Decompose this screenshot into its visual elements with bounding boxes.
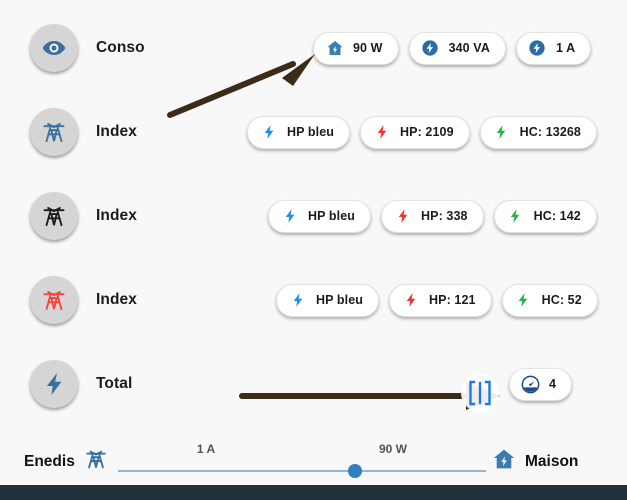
house-bolt-icon [492,446,516,477]
chip-hc-index[interactable]: HC: 142 [493,199,597,233]
chip-label: 1 A [555,41,576,55]
chip-hp-index[interactable]: HP: 121 [389,283,492,317]
bolt-icon [514,291,533,310]
pylon-icon[interactable] [30,192,78,240]
bolt-icon[interactable] [30,360,78,408]
chip-label: 340 VA [448,41,490,55]
row-label: Index [96,123,137,140]
chip-label: HC: 13268 [519,125,581,139]
chip-hc-index[interactable]: HC: 13268 [479,115,597,149]
slider-track [118,470,486,472]
chip-label: HP: 2109 [400,125,454,139]
bolt-circle-icon [421,39,440,58]
chip-hp-index[interactable]: HP: 338 [381,199,484,233]
bolt-circle-icon [528,39,547,58]
eye-icon[interactable] [30,24,78,72]
pylon-icon[interactable] [30,108,78,156]
row-conso-left: Conso [0,24,250,72]
energy-flow-slider[interactable]: 1 A 90 W [118,442,486,482]
chip-hp-bleu[interactable]: HP bleu [276,283,380,317]
slider-knob[interactable] [348,464,362,478]
chip-label: HC: 52 [541,293,582,307]
row-conso-chips: 90 W 340 VA 1 A [313,14,592,82]
energy-dashboard-panel: Conso 90 W 340 VA 1 A Index HP bleu HP: … [0,0,627,500]
chip-total-count[interactable]: 4 [509,367,573,401]
row-total-left: Total [0,360,250,408]
bolt-icon [259,123,278,142]
flow-target-label: Maison [525,452,579,470]
bolt-icon [393,207,412,226]
row-conso: Conso 90 W 340 VA 1 A [0,14,627,82]
chip-label: HP bleu [287,125,335,139]
bolt-icon [492,123,511,142]
chip-label: 90 W [353,41,383,55]
row-index-black-left: Index [0,192,250,240]
pylon-icon [84,446,108,477]
chip-label: HP bleu [316,293,364,307]
chip-label: HP: 338 [421,209,468,223]
row-index-blue-left: Index [0,108,250,156]
row-label: Total [96,375,133,392]
flow-target-maison[interactable]: Maison [492,446,578,477]
gauge-icon [521,375,540,394]
bolt-icon [401,291,420,310]
row-label: Conso [96,39,145,56]
bolt-icon [372,123,391,142]
flow-right-value: 90 W [378,442,408,456]
chip-label: HP: 121 [429,293,476,307]
house-bolt-icon [325,39,344,58]
flow-source-enedis[interactable]: Enedis [24,446,108,477]
bolt-icon [280,207,299,226]
chip-hp-bleu[interactable]: HP bleu [247,115,351,149]
energy-flow-bar: Enedis 1 A 90 W Maison [0,430,627,488]
row-index-red-chips: HP bleu HP: 121 HC: 52 [276,266,598,334]
footer-bar [0,485,627,500]
chip-hp-index[interactable]: HP: 2109 [360,115,470,149]
row-index-black: Index HP bleu HP: 338 HC: 142 [0,182,627,250]
chip-hc-index[interactable]: HC: 52 [501,283,598,317]
chip-label: 4 [549,377,557,391]
chip-hp-bleu[interactable]: HP bleu [268,199,372,233]
chip-label: HC: 142 [533,209,581,223]
row-label: Index [96,291,137,308]
chip-apparent-power-va[interactable]: 340 VA [408,31,506,65]
row-index-blue: Index HP bleu HP: 2109 HC: 13268 [0,98,627,166]
row-index-blue-chips: HP bleu HP: 2109 HC: 13268 [247,98,597,166]
flow-source-label: Enedis [24,452,75,470]
row-total: Total 4 [0,350,627,418]
pylon-icon[interactable] [30,276,78,324]
row-label: Index [96,207,137,224]
chip-current-a[interactable]: 1 A [515,31,592,65]
bolt-icon [506,207,525,226]
flow-left-value: 1 A [196,442,216,456]
bolt-icon [288,291,307,310]
chip-power-w[interactable]: 90 W [313,31,399,65]
chip-label: HP bleu [308,209,356,223]
row-index-red: Index HP bleu HP: 121 HC: 52 [0,266,627,334]
row-total-chips: 4 [509,350,573,418]
row-index-black-chips: HP bleu HP: 338 HC: 142 [268,182,597,250]
row-index-red-left: Index [0,276,250,324]
